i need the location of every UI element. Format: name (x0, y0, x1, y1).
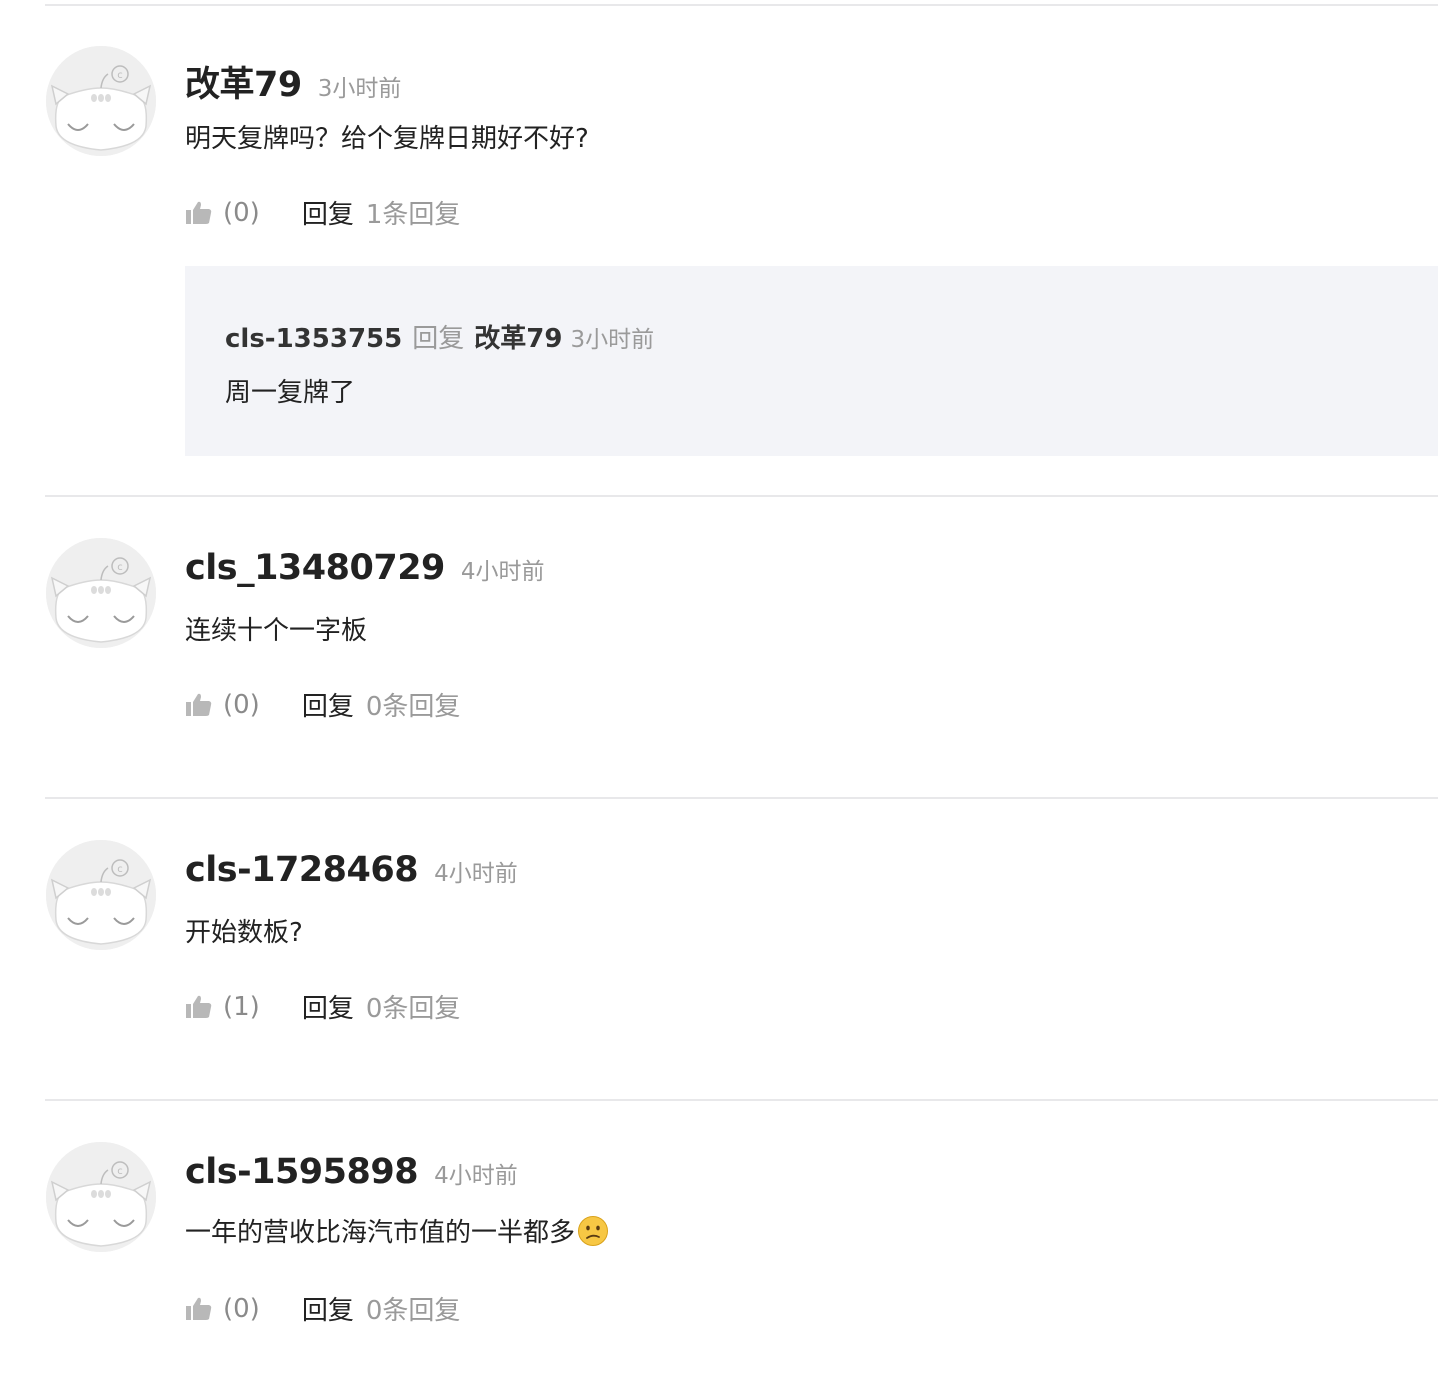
comment-username[interactable]: cls-1728468 (185, 850, 419, 890)
reply-target-username[interactable]: 改革79 (474, 318, 562, 355)
svg-text:c: c (117, 864, 123, 875)
comment-username[interactable]: 改革79 (185, 56, 302, 107)
comment-text: 连续十个一字板 (185, 616, 368, 646)
comment-text-line: 一年的营收比海汽市值的一半都多 (185, 1212, 609, 1249)
divider (45, 495, 1438, 497)
avatar[interactable]: c (46, 840, 156, 950)
svg-text:c: c (117, 1166, 123, 1177)
confused-face-emoji (577, 1215, 609, 1247)
divider (45, 1099, 1438, 1101)
comment-text: 开始数板? (185, 918, 303, 948)
reply-word: 回复 (412, 324, 465, 354)
reply-button[interactable]: 回复 (302, 194, 354, 231)
comment-time: 3小时前 (317, 76, 402, 102)
like-count: (0) (223, 689, 260, 720)
comment-time: 4小时前 (434, 1163, 518, 1189)
comment-text: 一年的营收比海汽市值的一半都多 (185, 1218, 576, 1248)
cat-avatar-icon: c (46, 840, 156, 950)
reply-count-link[interactable]: 0条回复 (366, 686, 461, 723)
thumbs-up-icon[interactable] (185, 691, 213, 719)
svg-text:c: c (117, 562, 123, 573)
divider (45, 797, 1438, 799)
comment-time: 4小时前 (460, 559, 545, 585)
reply-thread: cls-1353755 回复 改革79 3小时前 周一复牌了 (185, 266, 1438, 456)
cat-avatar-icon: c (46, 46, 156, 156)
avatar[interactable]: c (46, 46, 156, 156)
like-count: (1) (223, 991, 260, 1022)
reply-username[interactable]: cls-1353755 (225, 324, 402, 354)
avatar[interactable]: c (46, 538, 156, 648)
cat-avatar-icon: c (46, 1142, 156, 1252)
reply-button[interactable]: 回复 (302, 1290, 354, 1327)
reply-text: 周一复牌了 (225, 378, 356, 408)
reply-button[interactable]: 回复 (302, 988, 354, 1025)
thumbs-up-icon[interactable] (185, 1295, 213, 1323)
like-count: (0) (223, 1293, 260, 1324)
like-count: (0) (223, 197, 260, 228)
reply-button[interactable]: 回复 (302, 686, 354, 723)
reply-count-link[interactable]: 1条回复 (366, 194, 461, 231)
reply-time: 3小时前 (570, 327, 655, 353)
comment-username[interactable]: cls_13480729 (185, 548, 445, 588)
comment-time: 4小时前 (434, 861, 518, 887)
comment-username[interactable]: cls-1595898 (185, 1152, 419, 1192)
reply-count-link[interactable]: 0条回复 (366, 1290, 461, 1327)
thumbs-up-icon[interactable] (185, 199, 213, 227)
comment-text: 明天复牌吗？给个复牌日期好不好? (185, 124, 589, 154)
svg-text:c: c (117, 70, 123, 81)
thumbs-up-icon[interactable] (185, 993, 213, 1021)
cat-avatar-icon: c (46, 538, 156, 648)
avatar[interactable]: c (46, 1142, 156, 1252)
reply-count-link[interactable]: 0条回复 (366, 988, 461, 1025)
divider (45, 4, 1438, 6)
